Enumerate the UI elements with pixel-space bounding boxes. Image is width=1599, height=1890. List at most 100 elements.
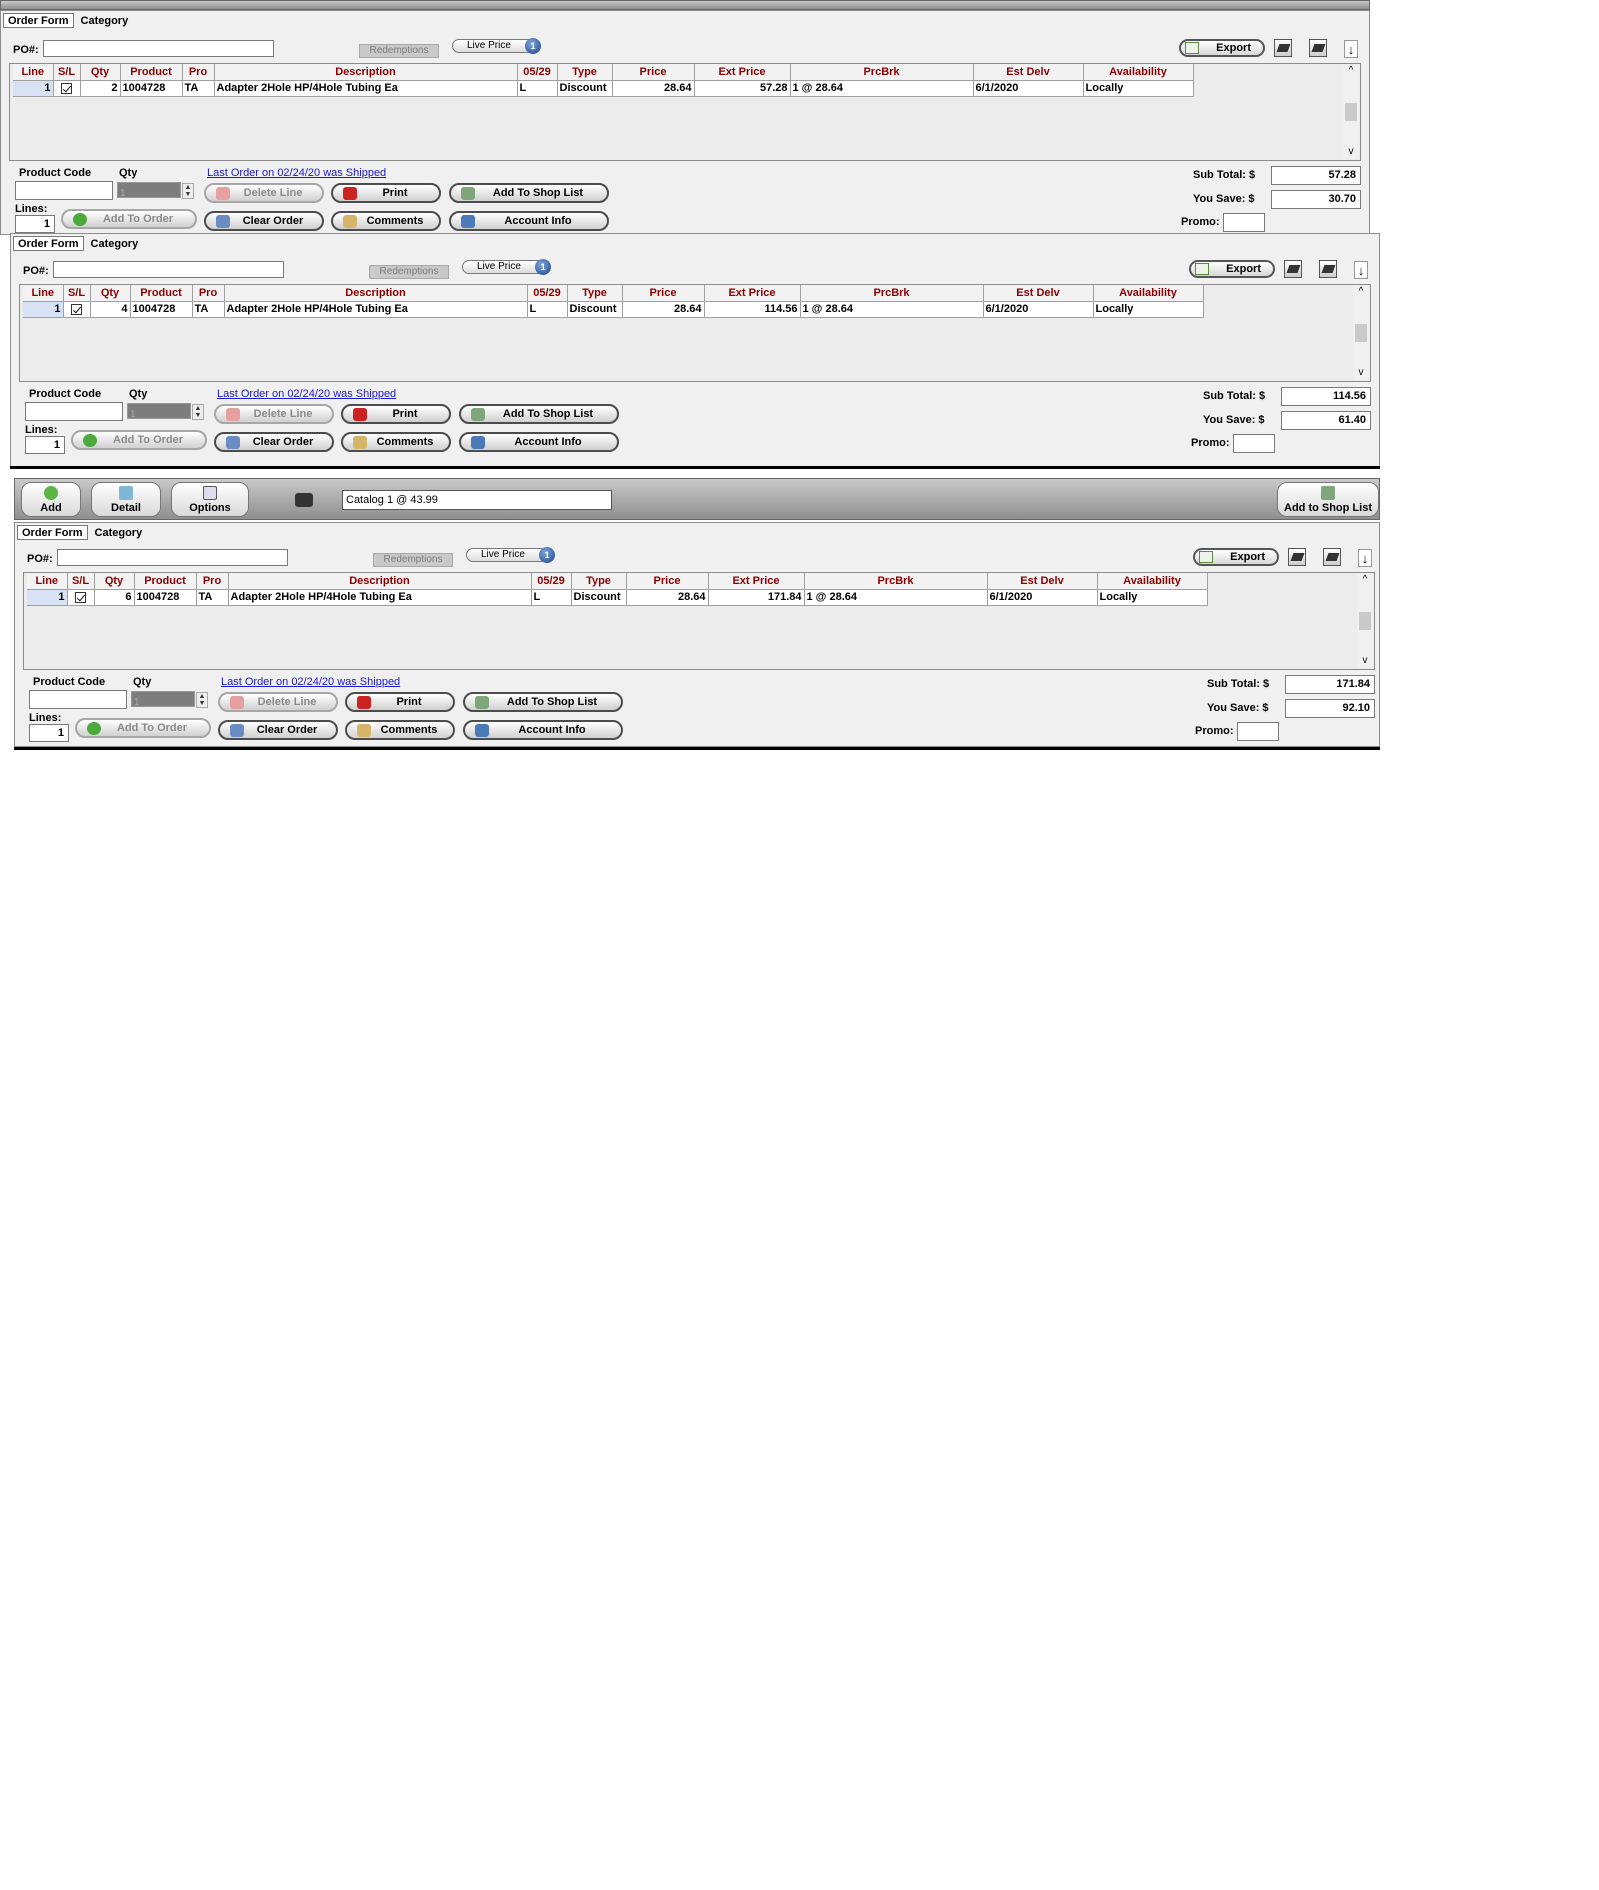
grid-scrollbar[interactable]: ^ v	[1343, 65, 1359, 159]
cell-ext-price[interactable]: 57.28	[694, 80, 791, 97]
account-info-button[interactable]: Account Info	[459, 432, 619, 452]
col-price[interactable]: Price	[626, 573, 709, 590]
export-button[interactable]: Export	[1189, 260, 1275, 278]
cell-prcbrk[interactable]: 1 @ 28.64	[790, 80, 974, 97]
eraser-button[interactable]	[1274, 39, 1292, 57]
col-ext-price[interactable]: Ext Price	[704, 285, 801, 302]
scroll-up-arrow[interactable]: ^	[1353, 286, 1369, 297]
table-row[interactable]: 1 4 1004728 TA Adapter 2Hole HP/4Hole Tu…	[23, 301, 1204, 318]
cell-type[interactable]: Discount	[567, 301, 623, 318]
col-pro[interactable]: Pro	[182, 64, 215, 81]
col-availability[interactable]: Availability	[1083, 64, 1194, 81]
tab-order-form[interactable]: Order Form	[13, 236, 84, 251]
cell-product[interactable]: 1004728	[120, 80, 183, 97]
cell-sl[interactable]	[67, 589, 95, 606]
scroll-down-arrow[interactable]: v	[1343, 146, 1359, 157]
add-button[interactable]: Add	[21, 482, 81, 517]
delete-line-button[interactable]: Delete Line	[204, 183, 324, 203]
col-description[interactable]: Description	[214, 64, 518, 81]
move-down-button[interactable]: ↓	[1354, 261, 1368, 279]
cell-0529[interactable]: L	[517, 80, 558, 97]
erase-all-button[interactable]	[1309, 39, 1327, 57]
cell-type[interactable]: Discount	[571, 589, 627, 606]
col-prcbrk[interactable]: PrcBrk	[804, 573, 988, 590]
cell-est-delv[interactable]: 6/1/2020	[973, 80, 1084, 97]
cell-description[interactable]: Adapter 2Hole HP/4Hole Tubing Ea	[224, 301, 528, 318]
cell-price[interactable]: 28.64	[622, 301, 705, 318]
col-line[interactable]: Line	[13, 64, 54, 81]
sl-checkbox[interactable]	[71, 303, 82, 315]
col-ext-price[interactable]: Ext Price	[708, 573, 805, 590]
cell-0529[interactable]: L	[531, 589, 572, 606]
move-down-button[interactable]: ↓	[1344, 40, 1358, 58]
qty-stepper[interactable]: 1 ▲ ▼	[127, 403, 204, 420]
table-row[interactable]: 1 2 1004728 TA Adapter 2Hole HP/4Hole Tu…	[13, 80, 1194, 97]
cell-availability[interactable]: Locally	[1093, 301, 1204, 318]
cell-pro[interactable]: TA	[196, 589, 229, 606]
col-est-delv[interactable]: Est Delv	[983, 285, 1094, 302]
sl-checkbox[interactable]	[61, 82, 72, 94]
account-info-button[interactable]: Account Info	[449, 211, 609, 231]
qty-stepper[interactable]: 1 ▲ ▼	[131, 691, 208, 708]
cell-est-delv[interactable]: 6/1/2020	[983, 301, 1094, 318]
cell-price[interactable]: 28.64	[612, 80, 695, 97]
col-est-delv[interactable]: Est Delv	[973, 64, 1084, 81]
erase-all-button[interactable]	[1319, 260, 1337, 278]
po-input[interactable]	[43, 40, 274, 57]
col-qty[interactable]: Qty	[94, 573, 135, 590]
delete-line-button[interactable]: Delete Line	[218, 692, 338, 712]
col-price[interactable]: Price	[622, 285, 705, 302]
add-to-shop-list-button[interactable]: Add To Shop List	[449, 183, 609, 203]
add-to-order-button[interactable]: Add To Order	[75, 718, 211, 738]
last-order-link[interactable]: Last Order on 02/24/20 was Shipped	[207, 167, 386, 179]
move-down-button[interactable]: ↓	[1358, 549, 1372, 567]
col-type[interactable]: Type	[571, 573, 627, 590]
cell-product[interactable]: 1004728	[134, 589, 197, 606]
cell-description[interactable]: Adapter 2Hole HP/4Hole Tubing Ea	[214, 80, 518, 97]
cell-availability[interactable]: Locally	[1083, 80, 1194, 97]
live-price-button[interactable]: Live Price 1	[452, 38, 541, 54]
erase-all-button[interactable]	[1323, 548, 1341, 566]
col-sl[interactable]: S/L	[63, 285, 91, 302]
cell-prcbrk[interactable]: 1 @ 28.64	[804, 589, 988, 606]
col-0529[interactable]: 05/29	[531, 573, 572, 590]
col-pro[interactable]: Pro	[196, 573, 229, 590]
cell-qty[interactable]: 2	[80, 80, 121, 97]
add-to-shop-list-button[interactable]: Add To Shop List	[463, 692, 623, 712]
scroll-down-arrow[interactable]: v	[1357, 655, 1373, 666]
tab-order-form[interactable]: Order Form	[3, 13, 74, 28]
cell-ext-price[interactable]: 171.84	[708, 589, 805, 606]
cell-ext-price[interactable]: 114.56	[704, 301, 801, 318]
scroll-up-arrow[interactable]: ^	[1343, 65, 1359, 76]
detail-button[interactable]: Detail	[91, 482, 161, 517]
cell-sl[interactable]	[53, 80, 81, 97]
cell-pro[interactable]: TA	[192, 301, 225, 318]
col-prcbrk[interactable]: PrcBrk	[800, 285, 984, 302]
col-sl[interactable]: S/L	[53, 64, 81, 81]
redemptions-button[interactable]: Redemptions	[359, 44, 439, 58]
col-availability[interactable]: Availability	[1093, 285, 1204, 302]
col-0529[interactable]: 05/29	[517, 64, 558, 81]
cell-price[interactable]: 28.64	[626, 589, 709, 606]
col-description[interactable]: Description	[228, 573, 532, 590]
qty-stepper[interactable]: 1 ▲ ▼	[117, 182, 194, 199]
cell-description[interactable]: Adapter 2Hole HP/4Hole Tubing Ea	[228, 589, 532, 606]
promo-input[interactable]	[1223, 213, 1265, 232]
col-pro[interactable]: Pro	[192, 285, 225, 302]
sl-checkbox[interactable]	[75, 591, 86, 603]
live-price-button[interactable]: Live Price 1	[462, 259, 551, 275]
export-button[interactable]: Export	[1179, 39, 1265, 57]
redemptions-button[interactable]: Redemptions	[373, 553, 453, 567]
col-description[interactable]: Description	[224, 285, 528, 302]
tab-category[interactable]: Category	[90, 525, 148, 540]
cell-line[interactable]: 1	[13, 80, 54, 97]
col-type[interactable]: Type	[557, 64, 613, 81]
cell-line[interactable]: 1	[23, 301, 64, 318]
account-info-button[interactable]: Account Info	[463, 720, 623, 740]
clear-order-button[interactable]: Clear Order	[204, 211, 324, 231]
delete-line-button[interactable]: Delete Line	[214, 404, 334, 424]
print-button[interactable]: Print	[341, 404, 451, 424]
col-qty[interactable]: Qty	[90, 285, 131, 302]
cell-0529[interactable]: L	[527, 301, 568, 318]
comments-button[interactable]: Comments	[345, 720, 455, 740]
